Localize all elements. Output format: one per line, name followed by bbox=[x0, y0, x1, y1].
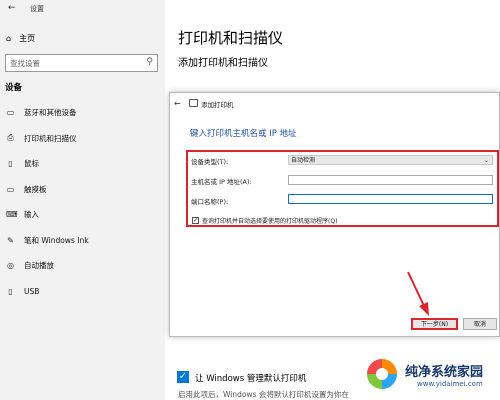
next-button[interactable]: 下一步(N) bbox=[411, 318, 458, 330]
section-title-devices: 设备 bbox=[5, 83, 23, 93]
page-subtitle: 添加打印机和扫描仪 bbox=[178, 58, 268, 69]
host-label: 主机名或 IP 地址(A): bbox=[191, 178, 252, 186]
search-placeholder: 查找设置 bbox=[10, 58, 40, 68]
sidebar-item-touchpad[interactable]: ▭ 触摸板 bbox=[6, 182, 47, 196]
window-title: 设置 bbox=[30, 5, 44, 13]
sidebar-item-bluetooth[interactable]: ▭ 蓝牙和其他设备 bbox=[6, 105, 77, 119]
watermark-text: 纯净系统家园 bbox=[405, 365, 484, 380]
search-icon[interactable]: ⚲ bbox=[146, 57, 153, 67]
device-type-label: 设备类型(T): bbox=[191, 158, 229, 166]
back-arrow-icon[interactable]: ← bbox=[8, 3, 16, 13]
dialog-heading: 键入打印机主机名或 IP 地址 bbox=[190, 129, 297, 139]
sidebar-item-label: 自动播放 bbox=[24, 260, 54, 270]
query-printer-option[interactable]: ✓ 查询打印机并自动选择要使用的打印机驱动程序(Q) bbox=[192, 216, 337, 225]
sidebar-item-mouse[interactable]: ▯ 鼠标 bbox=[6, 156, 39, 170]
pen-icon: ✎ bbox=[7, 235, 14, 245]
sidebar-item-label: 蓝牙和其他设备 bbox=[24, 107, 77, 117]
default-printer-checkbox[interactable]: ✓ bbox=[177, 371, 189, 383]
usb-icon: ▯ bbox=[8, 286, 13, 296]
query-label: 查询打印机并自动选择要使用的打印机驱动程序(Q) bbox=[202, 218, 338, 225]
printer-icon: ⎙ bbox=[7, 133, 14, 142]
sidebar-item-label: 触摸板 bbox=[24, 184, 47, 194]
port-input[interactable] bbox=[288, 194, 493, 204]
sidebar-item-label: 打印机和扫描仪 bbox=[24, 133, 77, 143]
page-title: 打印机和扫描仪 bbox=[178, 29, 284, 47]
sidebar-item-printers[interactable]: ⎙ 打印机和扫描仪 bbox=[6, 131, 77, 145]
device-type-select[interactable]: 自动检测 ⌄ bbox=[288, 155, 493, 165]
port-label: 端口名称(P): bbox=[191, 198, 229, 206]
device-type-value: 自动检测 bbox=[291, 157, 316, 164]
bluetooth-devices-icon: ▭ bbox=[6, 107, 15, 117]
query-checkbox[interactable]: ✓ bbox=[192, 217, 199, 224]
dialog-back-icon[interactable]: ← bbox=[174, 99, 181, 108]
autoplay-icon: ◎ bbox=[7, 260, 14, 270]
search-input[interactable]: 查找设置 ⚲ bbox=[5, 54, 158, 72]
sidebar-item-usb[interactable]: ▯ USB bbox=[6, 284, 39, 298]
home-icon: ⌂ bbox=[6, 33, 12, 43]
host-input[interactable] bbox=[288, 175, 493, 185]
watermark-logo-icon bbox=[365, 357, 399, 391]
sidebar-item-label: USB bbox=[24, 286, 40, 296]
sidebar-item-autoplay[interactable]: ◎ 自动播放 bbox=[6, 258, 54, 272]
dialog-title: 添加打印机 bbox=[201, 101, 234, 109]
add-printer-dialog: ← 添加打印机 键入打印机主机名或 IP 地址 设备类型(T): 自动检测 ⌄ … bbox=[169, 92, 500, 337]
watermark: 纯净系统家园 www.yidaimei.com bbox=[365, 355, 500, 400]
sidebar-item-label: 输入 bbox=[24, 209, 39, 219]
watermark-url: www.yidaimei.com bbox=[417, 380, 483, 388]
sidebar-item-input[interactable]: ⌨ 输入 bbox=[6, 207, 39, 221]
sidebar-item-pen[interactable]: ✎ 笔和 Windows Ink bbox=[6, 233, 89, 247]
sidebar-item-label: 笔和 Windows Ink bbox=[24, 235, 89, 245]
default-printer-label: 让 Windows 管理默认打印机 bbox=[195, 374, 307, 384]
default-printer-desc: 启用此项后，Windows 会将默认打印机设置为你在 bbox=[178, 390, 349, 399]
sidebar-item-home[interactable]: ⌂ 主页 bbox=[6, 31, 35, 45]
settings-sidebar: ← 设置 ⌂ 主页 查找设置 ⚲ 设备 ▭ 蓝牙和其他设备 ⎙ 打印机和扫描仪 … bbox=[0, 0, 165, 400]
touchpad-icon: ▭ bbox=[6, 184, 15, 194]
cancel-button[interactable]: 取消 bbox=[463, 318, 497, 330]
highlight-box: 设备类型(T): 自动检测 ⌄ 主机名或 IP 地址(A): 端口名称(P): … bbox=[186, 150, 499, 227]
home-label: 主页 bbox=[19, 33, 36, 43]
sidebar-item-label: 鼠标 bbox=[24, 158, 39, 168]
printer-icon bbox=[189, 99, 198, 107]
keyboard-icon: ⌨ bbox=[6, 209, 18, 219]
mouse-icon: ▯ bbox=[8, 158, 13, 168]
chevron-down-icon: ⌄ bbox=[483, 157, 489, 164]
